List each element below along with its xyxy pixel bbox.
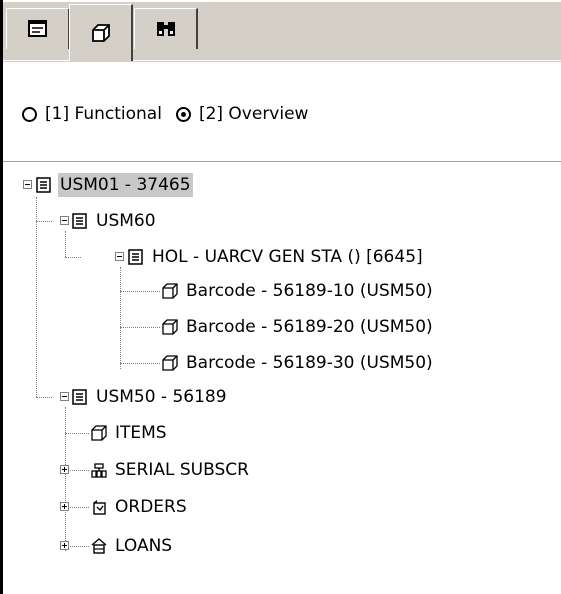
tree-node-usm50[interactable]: USM50 - 56189 xyxy=(72,385,229,409)
tree-connector xyxy=(120,291,160,293)
tree-node-orders[interactable]: ORDERS xyxy=(91,495,189,519)
tree-node-loans[interactable]: LOANS xyxy=(91,534,174,558)
record-icon xyxy=(36,177,51,193)
expand-toggle-serial[interactable] xyxy=(60,465,69,474)
collapse-toggle-usm50[interactable] xyxy=(60,392,69,401)
tree-node-label: HOL - UARCV GEN STA () [6645] xyxy=(152,247,423,267)
tree-connector xyxy=(120,363,160,365)
record-icon xyxy=(72,213,87,229)
cube-icon xyxy=(162,283,178,299)
tree-node-label: USM01 - 37465 xyxy=(58,173,193,197)
cube-icon xyxy=(162,355,178,371)
tree-connector xyxy=(120,327,160,329)
tree-connector xyxy=(65,257,81,259)
tree-node-label: ITEMS xyxy=(115,423,167,443)
record-icon xyxy=(128,249,143,265)
tree-node-label: LOANS xyxy=(115,536,173,556)
tree-connector xyxy=(65,433,89,435)
cube-icon xyxy=(91,24,110,42)
tree-node-label: Barcode - 56189-30 (USM50) xyxy=(186,353,433,373)
collapse-toggle-root[interactable] xyxy=(23,180,32,189)
serial-subscription-icon xyxy=(91,463,107,478)
loans-icon xyxy=(91,538,107,554)
tree-connector xyxy=(36,197,38,397)
tree-node-label: Barcode - 56189-10 (USM50) xyxy=(186,281,433,301)
collapse-toggle-hol[interactable] xyxy=(115,252,124,261)
tree-node-label: Barcode - 56189-20 (USM50) xyxy=(186,317,433,337)
tree-connector xyxy=(65,231,67,257)
tree-node-items[interactable]: ITEMS xyxy=(91,421,169,445)
collapse-toggle-usm60[interactable] xyxy=(60,216,69,225)
tree-node-usm60[interactable]: USM60 xyxy=(72,209,158,233)
tree-node-label: ORDERS xyxy=(115,497,187,517)
tree-node-barcode[interactable]: Barcode - 56189-20 (USM50) xyxy=(162,315,435,339)
tree-node-label: USM60 xyxy=(96,211,156,231)
tree-node-barcode[interactable]: Barcode - 56189-30 (USM50) xyxy=(162,351,435,375)
tab-items-active[interactable] xyxy=(69,4,133,61)
tree-node-barcode[interactable]: Barcode - 56189-10 (USM50) xyxy=(162,279,435,303)
tree-connector xyxy=(36,397,52,399)
tree-node-root[interactable]: USM01 - 37465 xyxy=(36,173,193,197)
expand-toggle-loans[interactable] xyxy=(60,541,69,550)
expand-toggle-orders[interactable] xyxy=(60,502,69,511)
tree-node-label: USM50 - 56189 xyxy=(96,387,227,407)
tree-connector xyxy=(36,221,52,223)
tree-node-serial-subscr[interactable]: SERIAL SUBSCR xyxy=(91,458,251,482)
tree-connector xyxy=(65,407,67,551)
record-tree: USM01 - 37465 USM60 HOL - UARCV GEN STA … xyxy=(0,0,561,594)
tree-node-label: SERIAL SUBSCR xyxy=(115,460,249,480)
tree-connector xyxy=(120,267,122,369)
orders-icon xyxy=(93,500,106,515)
tree-node-hol[interactable]: HOL - UARCV GEN STA () [6645] xyxy=(128,245,425,269)
record-icon xyxy=(72,389,87,405)
cube-icon xyxy=(91,425,107,441)
cube-icon xyxy=(162,319,178,335)
